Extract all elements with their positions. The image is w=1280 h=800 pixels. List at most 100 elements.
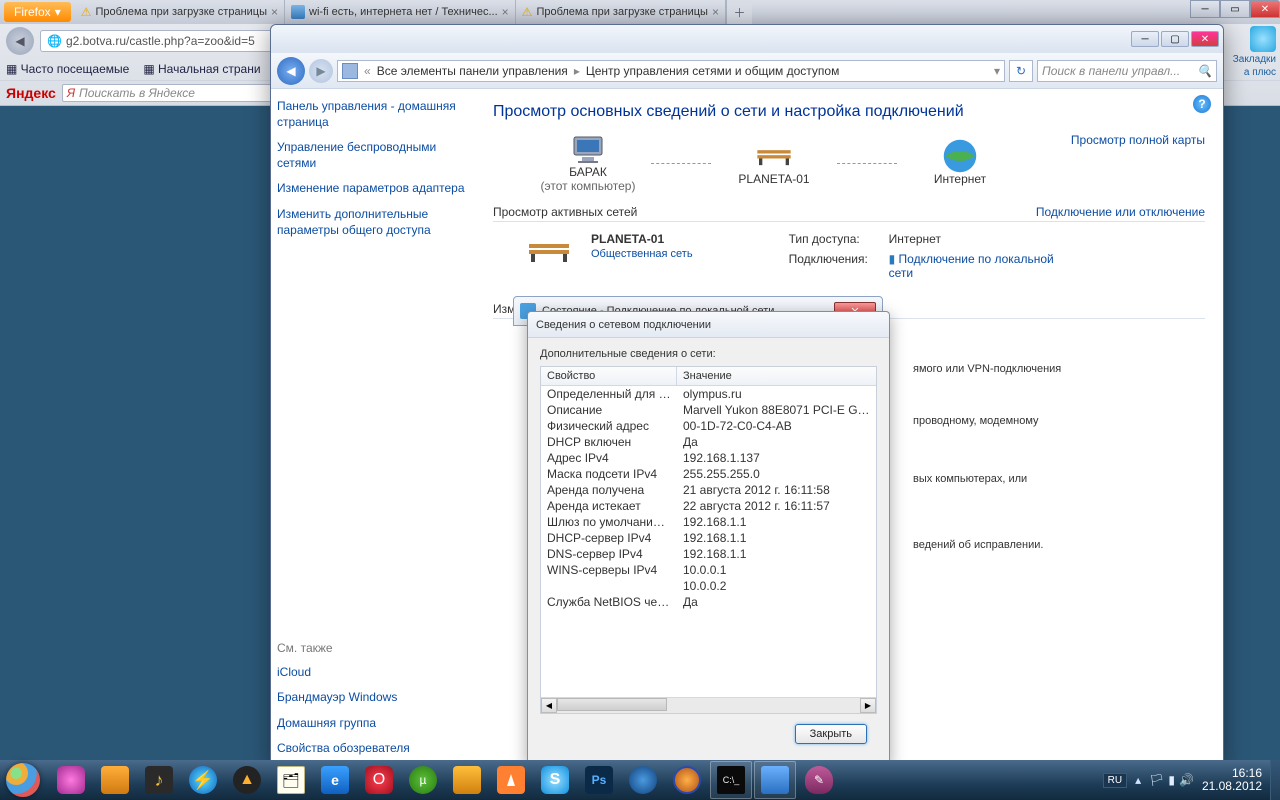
column-property[interactable]: Свойство [541, 367, 677, 385]
tray-network-icon[interactable]: ▮ [1168, 773, 1175, 787]
minimize-button[interactable]: ─ [1131, 31, 1159, 47]
tray-chevron-icon[interactable]: ▴ [1135, 773, 1141, 787]
bookmarks-label[interactable]: Закладки [1233, 54, 1276, 65]
taskbar-item[interactable]: C:\_ [710, 761, 752, 799]
sidebar-link-adapter[interactable]: Изменение параметров адаптера [277, 181, 469, 197]
tray-volume-icon[interactable]: 🔊 [1179, 773, 1194, 787]
sidebar-link-wireless[interactable]: Управление беспроводными сетями [277, 140, 469, 171]
yandex-search-input[interactable]: Я Поискать в Яндексе [62, 84, 282, 102]
warning-icon: ⚠ [522, 5, 533, 19]
property-row[interactable]: Аренда получена21 августа 2012 г. 16:11:… [541, 482, 876, 498]
taskbar-item[interactable]: 🗂 [270, 761, 312, 799]
breadcrumb[interactable]: « Все элементы панели управления ▸ Центр… [337, 60, 1005, 82]
search-input[interactable]: Поиск в панели управл... 🔍 [1037, 60, 1217, 82]
property-row[interactable]: Определенный для по...olympus.ru [541, 386, 876, 402]
taskbar-item[interactable] [666, 761, 708, 799]
sidebar-link-home[interactable]: Панель управления - домашняя страница [277, 99, 469, 130]
globe-icon: 🌐 [47, 34, 62, 48]
taskbar-item[interactable]: µ [402, 761, 444, 799]
dialog-titlebar[interactable]: Сведения о сетевом подключении [528, 312, 889, 338]
taskbar-item[interactable]: Ps [578, 761, 620, 799]
sidebar-also-firewall[interactable]: Брандмауэр Windows [277, 690, 469, 706]
show-desktop-button[interactable] [1270, 760, 1280, 800]
scroll-right-button[interactable]: ▶ [860, 698, 876, 713]
back-button[interactable]: ◀ [6, 27, 34, 55]
close-button[interactable]: Закрыть [795, 724, 867, 744]
taskbar-item[interactable] [50, 761, 92, 799]
close-tab-icon[interactable]: × [271, 5, 278, 19]
close-button[interactable]: ✕ [1191, 31, 1219, 47]
maximize-button[interactable]: ▢ [1161, 31, 1189, 47]
taskbar-item[interactable] [754, 761, 796, 799]
taskbar-item[interactable]: O [358, 761, 400, 799]
sidebar-also-internet-options[interactable]: Свойства обозревателя [277, 741, 469, 757]
taskbar-item[interactable]: e [314, 761, 356, 799]
property-row[interactable]: DHCP-сервер IPv4192.168.1.1 [541, 530, 876, 546]
help-icon[interactable]: ? [1193, 95, 1211, 113]
bookmark-item[interactable]: ▦ Часто посещаемые [6, 62, 129, 76]
taskbar-item[interactable] [446, 761, 488, 799]
close-button[interactable]: ✕ [1250, 0, 1280, 18]
property-row[interactable]: Физический адрес00-1D-72-C0-C4-AB [541, 418, 876, 434]
close-tab-icon[interactable]: × [502, 5, 509, 19]
property-row[interactable]: ОписаниеMarvell Yukon 88E8071 PCI-E Giga… [541, 402, 876, 418]
connection-link[interactable]: ▮ Подключение по локальной сети [889, 252, 1069, 280]
back-button[interactable]: ◀ [277, 57, 305, 85]
taskbar-item[interactable] [490, 761, 532, 799]
minimize-button[interactable]: ─ [1190, 0, 1220, 18]
network-center-icon [342, 63, 358, 79]
taskbar-item[interactable]: ♪ [138, 761, 180, 799]
close-tab-icon[interactable]: × [712, 5, 719, 19]
property-row[interactable]: Аренда истекает22 августа 2012 г. 16:11:… [541, 498, 876, 514]
warning-icon: ⚠ [81, 5, 92, 19]
property-row[interactable]: DNS-сервер IPv4192.168.1.1 [541, 546, 876, 562]
property-row[interactable]: WINS-серверы IPv410.0.0.1 [541, 562, 876, 578]
network-details-dialog: Сведения о сетевом подключении Дополните… [527, 311, 890, 765]
property-row[interactable]: 10.0.0.2 [541, 578, 876, 594]
tray-flag-icon[interactable]: 🏳 [1149, 773, 1164, 787]
full-map-link[interactable]: Просмотр полной карты [1071, 133, 1205, 147]
taskbar-item[interactable] [622, 761, 664, 799]
property-row[interactable]: Адрес IPv4192.168.1.137 [541, 450, 876, 466]
browser-tab[interactable]: ⚠ Проблема при загрузке страницы × [516, 0, 726, 24]
taskbar-item[interactable] [94, 761, 136, 799]
property-row[interactable]: DHCP включенДа [541, 434, 876, 450]
network-type-link[interactable]: Общественная сеть [591, 248, 693, 260]
scroll-left-button[interactable]: ◀ [541, 698, 557, 713]
bookmark-item[interactable]: ▦ Начальная страни [143, 62, 260, 76]
forward-button[interactable]: ▶ [309, 59, 333, 83]
yandex-logo[interactable]: Яндекс [6, 85, 56, 101]
sidebar-also-homegroup[interactable]: Домашняя группа [277, 716, 469, 732]
property-name: Определенный для по... [541, 386, 677, 402]
section-active-networks: Просмотр активных сетей [493, 205, 637, 219]
property-name: DNS-сервер IPv4 [541, 546, 677, 562]
sidebar-link-sharing[interactable]: Изменить дополнительные параметры общего… [277, 207, 469, 238]
property-value: 192.168.1.137 [677, 450, 876, 466]
refresh-button[interactable]: ↻ [1009, 60, 1033, 82]
property-row[interactable]: Маска подсети IPv4255.255.255.0 [541, 466, 876, 482]
horizontal-scrollbar[interactable]: ◀ ▶ [541, 697, 876, 713]
column-value[interactable]: Значение [677, 367, 738, 385]
browser-tab[interactable]: ⚠ Проблема при загрузке страницы × [75, 0, 285, 24]
taskbar-item[interactable]: S [534, 761, 576, 799]
extension-icon[interactable] [1250, 26, 1276, 52]
scroll-thumb[interactable] [557, 698, 667, 711]
property-row[interactable]: Шлюз по умолчанию IP...192.168.1.1 [541, 514, 876, 530]
browser-tab[interactable]: wi-fi есть, интернета нет / Техничес... … [285, 0, 516, 24]
clock[interactable]: 16:16 21.08.2012 [1202, 767, 1262, 792]
maximize-button[interactable]: ▭ [1220, 0, 1250, 18]
property-name: DHCP включен [541, 434, 677, 450]
language-indicator[interactable]: RU [1103, 773, 1127, 788]
firefox-menu-button[interactable]: Firefox▾ [4, 2, 71, 22]
taskbar-item[interactable]: ▲ [226, 761, 268, 799]
taskbar-item[interactable]: ⚡ [182, 761, 224, 799]
taskbar-item[interactable]: ✎ [798, 761, 840, 799]
plus-label[interactable]: а плюс [1244, 67, 1276, 78]
connect-disconnect-link[interactable]: Подключение или отключение [1036, 205, 1205, 219]
property-row[interactable]: Служба NetBIOS через...Да [541, 594, 876, 610]
url-text: g2.botva.ru/castle.php?a=zoo&id=5 [66, 34, 255, 48]
new-tab-button[interactable]: ＋ [726, 0, 752, 24]
window-titlebar[interactable]: ─ ▢ ✕ [271, 25, 1223, 53]
sidebar-also-icloud[interactable]: iCloud [277, 665, 469, 681]
start-button[interactable] [0, 760, 46, 800]
